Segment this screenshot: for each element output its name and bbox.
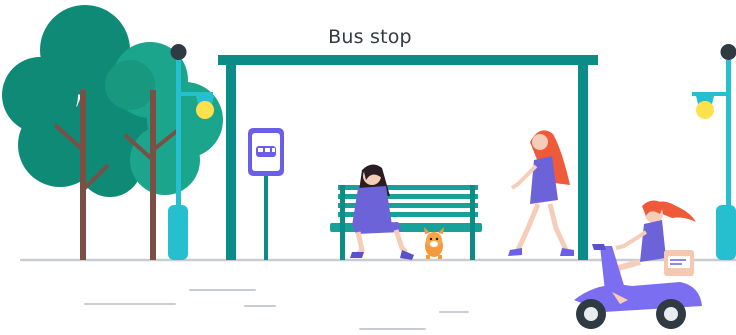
- sidewalk-marks: [84, 289, 469, 330]
- bus-stop-illustration: Bus stop: [0, 0, 736, 335]
- walking-woman: [508, 130, 574, 256]
- scene-artwork: [2, 5, 736, 330]
- street-lamp-icon-right: [692, 44, 736, 260]
- scooter-icon: [574, 200, 702, 329]
- tree-icon: [2, 5, 223, 260]
- bus-sign-icon: [248, 128, 284, 260]
